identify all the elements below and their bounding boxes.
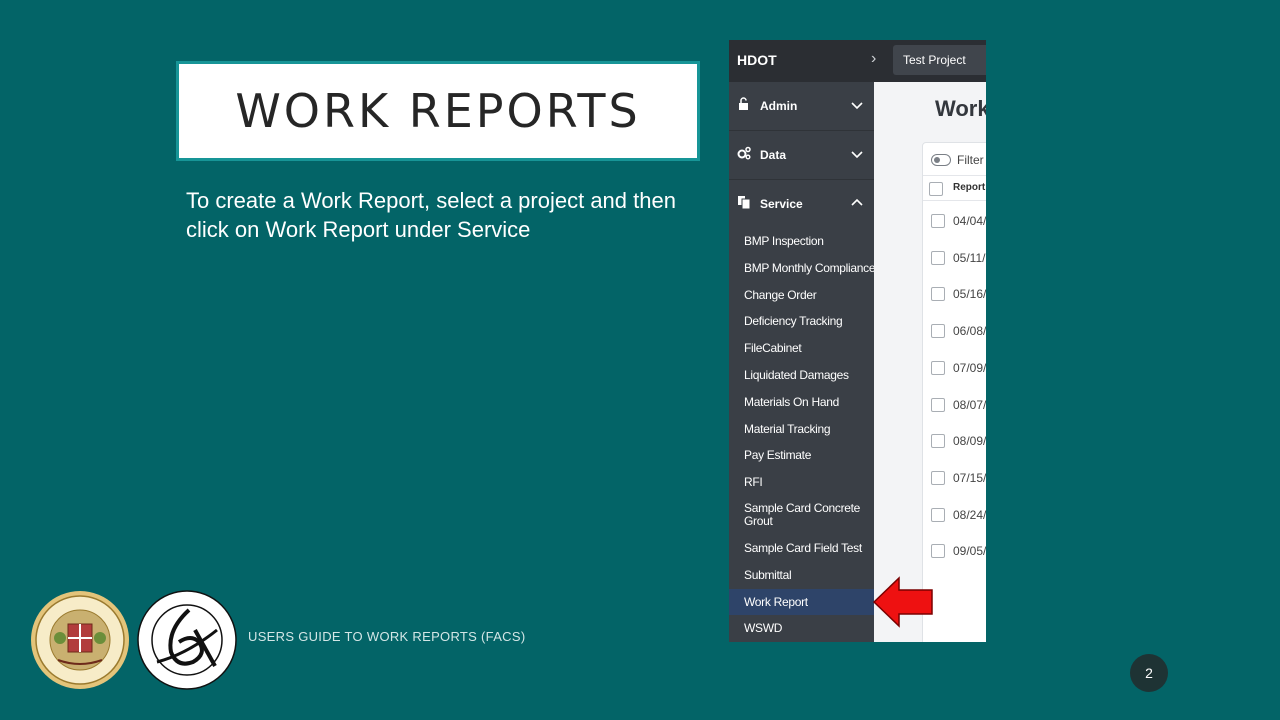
instruction-text: To create a Work Report, select a projec… [186, 188, 676, 242]
table-row[interactable]: 06/08/ [923, 313, 986, 350]
column-header-report[interactable]: Report [953, 182, 985, 193]
app-screenshot: HDOT › Test Project Admin Data Service B… [729, 40, 986, 642]
sidebar-group-service[interactable]: Service [729, 180, 874, 228]
page-title: Work [935, 96, 986, 121]
row-date: 06/08/ [953, 324, 986, 339]
sidebar-item-deficiency-tracking[interactable]: Deficiency Tracking [729, 308, 874, 335]
table-row[interactable]: 05/16/ [923, 276, 986, 313]
table-row[interactable]: 09/05/ [923, 533, 986, 570]
sidebar-item-liquidated-damages[interactable]: Liquidated Damages [729, 362, 874, 389]
gears-icon [737, 146, 751, 160]
sidebar-item-change-order[interactable]: Change Order [729, 282, 874, 309]
sidebar-item-rfi[interactable]: RFI [729, 469, 874, 496]
table-row[interactable]: 04/04/ [923, 203, 986, 240]
table-header: Report [923, 175, 986, 201]
row-date: 07/09/ [953, 360, 986, 375]
title-box: WORK REPORTS [176, 61, 700, 161]
sidebar-item-submittal[interactable]: Submittal [729, 562, 874, 589]
slide-title: WORK REPORTS [235, 84, 641, 138]
sidebar-item-sample-card-field-test[interactable]: Sample Card Field Test [729, 535, 874, 562]
row-checkbox[interactable] [931, 324, 945, 339]
row-checkbox[interactable] [931, 250, 945, 265]
table-row[interactable]: 08/07/ [923, 387, 986, 424]
sidebar-group-label: Admin [760, 99, 798, 113]
chevron-right-icon[interactable]: › [871, 50, 876, 68]
brand-name: HDOT [737, 52, 777, 68]
sidebar-group-data[interactable]: Data [729, 131, 874, 180]
service-menu: BMP Inspection BMP Monthly Compliance Ch… [729, 228, 876, 642]
lock-icon [739, 97, 748, 110]
sidebar-item-material-tracking[interactable]: Material Tracking [729, 416, 874, 443]
row-date: 08/24/ [953, 507, 986, 522]
documents-icon [738, 196, 751, 209]
row-checkbox[interactable] [931, 544, 945, 559]
row-date: 04/04/ [953, 214, 986, 228]
state-of-hawaii-seal [31, 591, 129, 689]
row-checkbox[interactable] [931, 287, 945, 302]
chevron-down-icon [851, 151, 863, 159]
row-date: 08/09/ [953, 434, 986, 449]
table-row[interactable]: 08/24/ [923, 497, 986, 534]
select-all-checkbox[interactable] [929, 182, 943, 196]
table-row[interactable]: 08/09/ [923, 423, 986, 460]
row-checkbox[interactable] [931, 360, 945, 375]
row-date: 05/16/ [953, 287, 986, 302]
row-checkbox[interactable] [931, 470, 945, 485]
red-arrow-icon [872, 576, 933, 628]
sidebar-item-bmp-monthly-compliance[interactable]: BMP Monthly Compliance [729, 255, 876, 282]
sidebar-item-sample-card-concrete-grout[interactable]: Sample Card Concrete Grout [729, 496, 874, 535]
row-date: 08/07/ [953, 397, 986, 412]
table-row[interactable]: 07/15/ [923, 460, 986, 497]
row-date: 05/11/ [953, 250, 986, 265]
row-date: 09/05/ [953, 544, 986, 559]
row-checkbox[interactable] [931, 507, 945, 522]
toggle-icon[interactable] [931, 154, 951, 166]
department-of-transportation-seal [137, 590, 237, 690]
work-report-table: Filter Report 04/04/05/11/05/16/06/08/07… [922, 142, 986, 642]
sidebar-group-label: Data [760, 148, 787, 162]
sidebar-item-materials-on-hand[interactable]: Materials On Hand [729, 389, 874, 416]
sidebar-item-work-report[interactable]: Work Report [729, 588, 874, 616]
filter-toggle[interactable]: Filter [931, 153, 984, 167]
sidebar-item-pay-estimate[interactable]: Pay Estimate [729, 442, 874, 469]
sidebar-group-admin[interactable]: Admin [729, 82, 874, 131]
row-checkbox[interactable] [931, 397, 945, 412]
table-row[interactable]: 07/09/ [923, 350, 986, 387]
main-panel: Work Filter Report 04/04/05/11/05/16/06/… [874, 82, 986, 642]
top-bar: HDOT › Test Project [729, 40, 986, 82]
chevron-up-icon [851, 198, 863, 206]
sidebar-group-label: Service [760, 197, 803, 211]
project-selector[interactable]: Test Project [893, 45, 986, 75]
row-date: 07/15/ [953, 470, 986, 485]
row-checkbox[interactable] [931, 434, 945, 449]
sidebar-item-bmp-inspection[interactable]: BMP Inspection [729, 228, 874, 255]
sidebar-item-filecabinet[interactable]: FileCabinet [729, 335, 874, 362]
chevron-down-icon [851, 102, 863, 110]
footer-text: USERS GUIDE TO WORK REPORTS (FACS) [248, 629, 526, 644]
sidebar-item-wswd[interactable]: WSWD [729, 615, 874, 642]
row-checkbox[interactable] [931, 214, 945, 228]
table-row[interactable]: 05/11/ [923, 240, 986, 277]
page-number: 2 [1130, 654, 1168, 692]
filter-label: Filter [957, 153, 984, 167]
